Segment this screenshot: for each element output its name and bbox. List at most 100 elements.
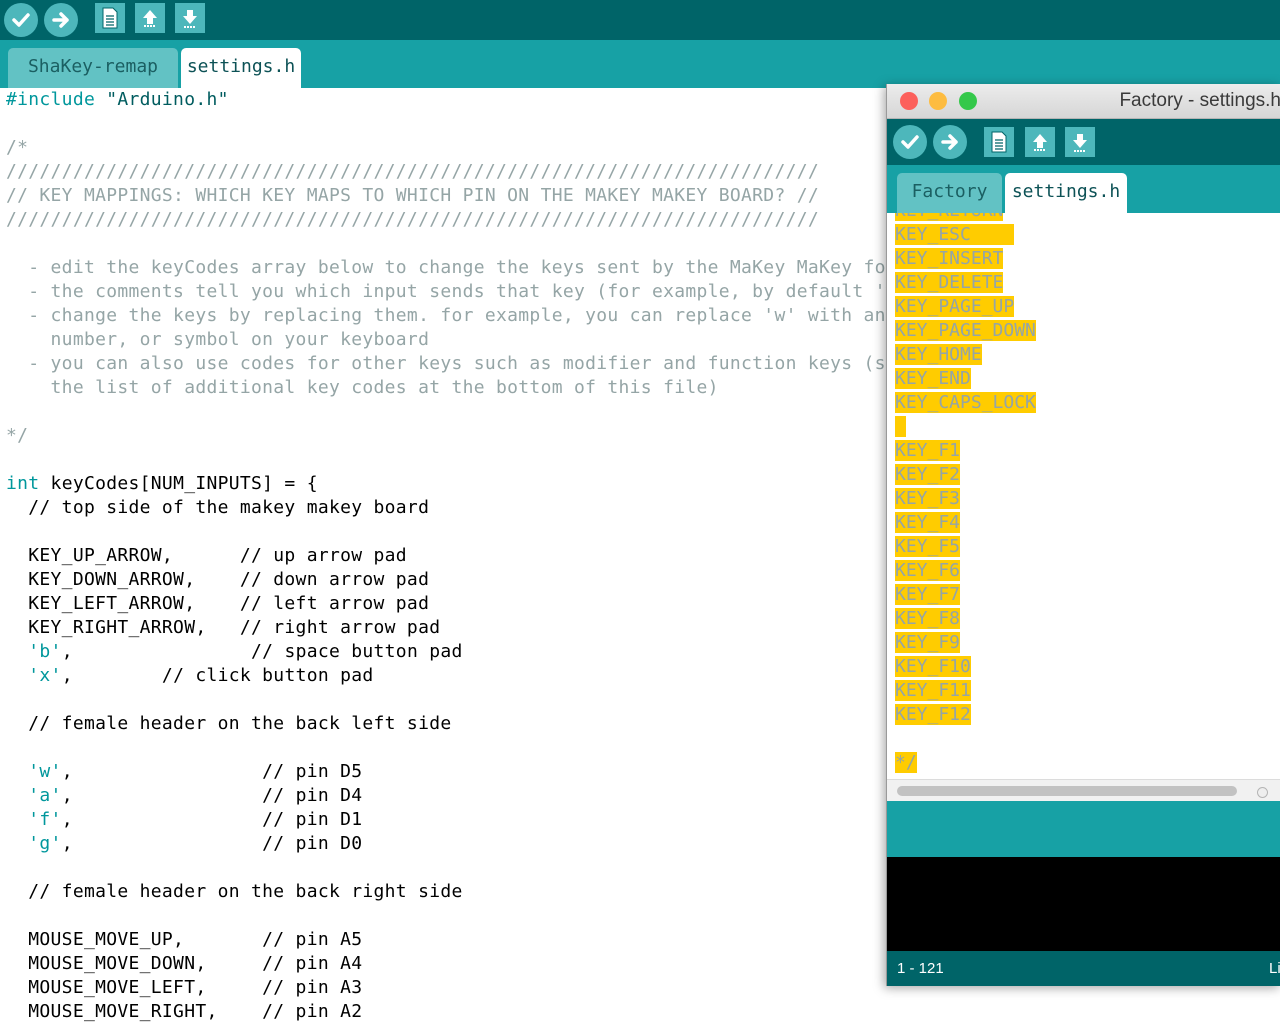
code-line: 'x', // click button pad (6, 664, 374, 688)
main-tab-bar: ShaKey-remap settings.h (0, 40, 1280, 88)
highlighted-code-line: KEY_F11 (895, 679, 971, 703)
window-title: Factory - settings.h (1119, 90, 1280, 111)
code-token: , // pin D5 (61, 761, 363, 782)
factory-window: Factory - settings.h Factory settings.h … (886, 84, 1280, 986)
verify-button[interactable] (893, 125, 927, 159)
main-toolbar (0, 0, 1280, 40)
code-token: /* (6, 137, 29, 158)
verify-button[interactable] (4, 3, 38, 37)
highlighted-code-line: KEY_F5 (895, 535, 961, 559)
highlighted-code-line: KEY_END (895, 367, 971, 391)
code-line: 'a', // pin D4 (6, 784, 362, 808)
code-line: - the comments tell you which input send… (6, 280, 942, 304)
horizontal-scrollbar[interactable] (887, 779, 1280, 802)
code-line: #include "Arduino.h" (6, 88, 229, 112)
highlighted-code-line: KEY_F9 (895, 631, 961, 655)
tab-factory[interactable]: Factory (897, 173, 1002, 213)
save-button[interactable] (175, 3, 205, 33)
code-line: 'f', // pin D1 (6, 808, 362, 832)
board-info: Li (1269, 960, 1280, 977)
code-line: // female header on the back left side (6, 712, 451, 736)
code-line: KEY_DOWN_ARROW, // down arrow pad (6, 568, 429, 592)
message-area (887, 801, 1280, 857)
checkmark-icon (901, 135, 919, 149)
highlighted-code-line: KEY_PAGE_UP (895, 295, 1015, 319)
factory-title-bar[interactable]: Factory - settings.h (887, 84, 1280, 119)
code-line: - change the keys by replacing them. for… (6, 304, 942, 328)
code-line: */ (6, 424, 28, 448)
selection-highlight: KEY_F9 (895, 632, 961, 653)
code-line: the list of additional key codes at the … (6, 376, 719, 400)
code-line: MOUSE_MOVE_UP, // pin A5 (6, 928, 362, 952)
resize-handle-icon[interactable] (1257, 787, 1268, 798)
minimize-window-button[interactable] (929, 92, 947, 110)
code-line: // top side of the makey makey board (6, 496, 429, 520)
code-token: // top side of the makey makey board (6, 497, 430, 518)
highlighted-code-line: KEY_F7 (895, 583, 961, 607)
code-token: // female header on the back right side (6, 881, 463, 902)
highlighted-code-line: KEY_RETURN (895, 213, 1004, 223)
close-window-button[interactable] (900, 92, 918, 110)
selection-highlight: KEY_F8 (895, 608, 961, 629)
selection-highlight: */ (895, 752, 917, 773)
code-token: ////////////////////////////////////////… (6, 161, 819, 182)
upload-button[interactable] (933, 125, 967, 159)
highlighted-code-line: KEY_DELETE (895, 271, 1004, 295)
tab-settings-h[interactable]: settings.h (181, 48, 301, 88)
new-sketch-button[interactable] (984, 127, 1014, 157)
code-line: int keyCodes[NUM_INPUTS] = { (6, 472, 318, 496)
code-token: 'x' (28, 665, 62, 686)
selection-highlight: KEY_F4 (895, 512, 961, 533)
upload-button[interactable] (44, 3, 78, 37)
document-icon (991, 131, 1007, 153)
arrow-right-icon (941, 134, 958, 150)
factory-code-editor[interactable]: KEY_RETURN KEY_ESC KEY_INSERT KEY_DELETE KE… (887, 213, 1280, 779)
open-button[interactable] (135, 3, 165, 33)
code-line: KEY_LEFT_ARROW, // left arrow pad (6, 592, 429, 616)
highlighted-code-line: KEY_INSERT (895, 247, 1004, 271)
new-sketch-button[interactable] (95, 3, 125, 33)
code-token: KEY_LEFT_ARROW, // left arrow pad (6, 593, 430, 614)
selection-highlight: KEY_F7 (895, 584, 961, 605)
selection-highlight: KEY_PAGE_DOWN (895, 320, 1036, 341)
code-token: number, or symbol on your keyboard (6, 329, 430, 350)
code-token: MOUSE_MOVE_DOWN, // pin A4 (6, 953, 363, 974)
open-button[interactable] (1025, 127, 1055, 157)
selection-highlight: KEY_F1 (895, 440, 961, 461)
highlighted-code-line: KEY_F10 (895, 655, 971, 679)
zoom-window-button[interactable] (959, 92, 977, 110)
selection-highlight (895, 416, 906, 437)
code-token: 'b' (28, 641, 62, 662)
code-token: - edit the keyCodes array below to chang… (6, 257, 942, 278)
code-token: the list of additional key codes at the … (6, 377, 719, 398)
highlighted-code-line (895, 415, 906, 439)
highlighted-code-line: KEY_CAPS_LOCK (895, 391, 1036, 415)
highlighted-code-line: KEY_HOME (895, 343, 982, 367)
highlighted-code-line: KEY_F3 (895, 487, 961, 511)
save-button[interactable] (1065, 127, 1095, 157)
highlighted-code-line: KEY_F6 (895, 559, 961, 583)
document-icon (102, 7, 118, 29)
checkmark-icon (12, 13, 30, 27)
tab-shakey-remap[interactable]: ShaKey-remap (8, 48, 178, 88)
selection-highlight: KEY_F6 (895, 560, 961, 581)
code-line: - you can also use codes for other keys … (6, 352, 942, 376)
status-bar: 1 - 121 Li (887, 951, 1280, 986)
factory-toolbar (887, 119, 1280, 165)
code-token: 'w' (28, 761, 62, 782)
selection-highlight: KEY_INSERT (895, 248, 1004, 269)
highlighted-code-line: KEY_ESC (895, 223, 1015, 247)
console-output (887, 857, 1280, 951)
code-token: MOUSE_MOVE_LEFT, // pin A3 (6, 977, 363, 998)
code-token: 'f' (28, 809, 62, 830)
arrow-down-icon (1073, 134, 1087, 152)
selection-highlight: KEY_PAGE_UP (895, 296, 1015, 317)
code-line: MOUSE_MOVE_DOWN, // pin A4 (6, 952, 362, 976)
selection-highlight: KEY_DELETE (895, 272, 1004, 293)
code-line: MOUSE_MOVE_LEFT, // pin A3 (6, 976, 362, 1000)
tab-settings-h[interactable]: settings.h (1005, 173, 1127, 213)
code-line: /* (6, 136, 28, 160)
scrollbar-thumb[interactable] (897, 786, 1237, 796)
